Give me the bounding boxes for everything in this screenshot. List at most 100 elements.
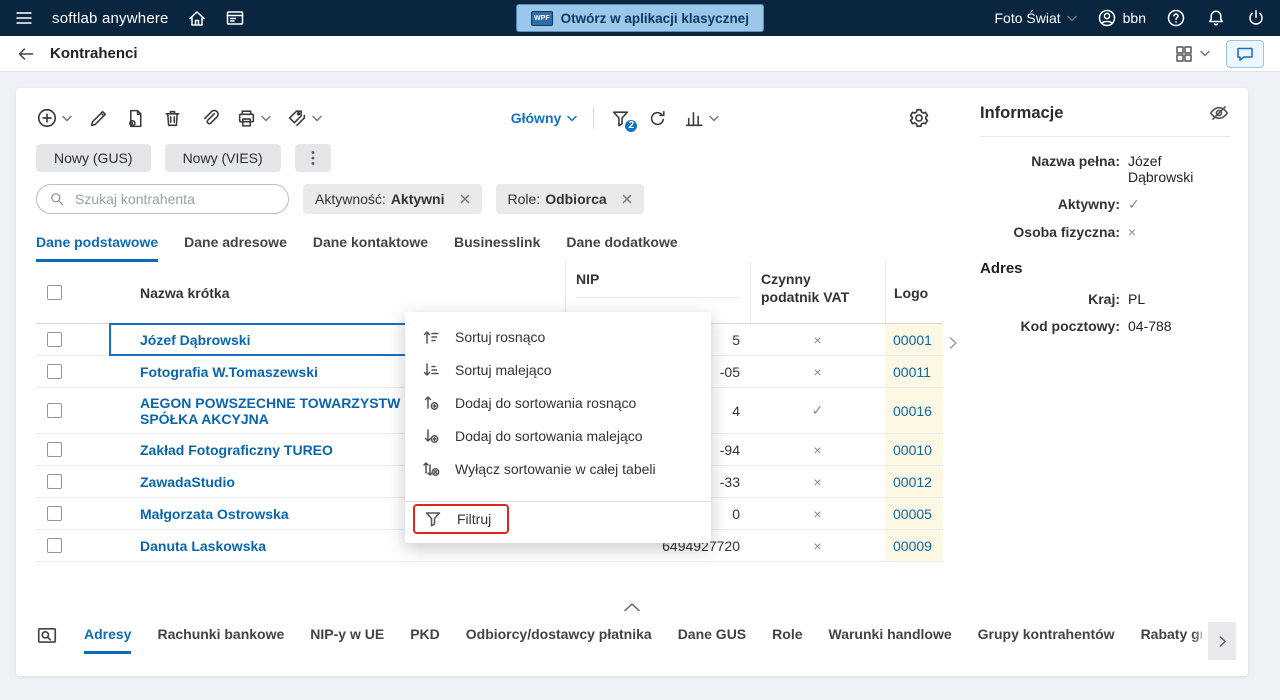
bottom-tab-odbiorcy-dostawcy[interactable]: Odbiorcy/dostawcy płatnika bbox=[466, 626, 652, 651]
divider bbox=[980, 136, 1230, 137]
tab-businesslink[interactable]: Businesslink bbox=[454, 234, 540, 262]
remove-chip-icon[interactable] bbox=[622, 194, 632, 204]
bottom-tab-rachunki-bankowe[interactable]: Rachunki bankowe bbox=[157, 626, 284, 651]
news-panel-icon[interactable] bbox=[225, 8, 245, 28]
chevron-down-icon bbox=[1066, 15, 1077, 21]
company-name: Foto Świat bbox=[994, 10, 1061, 26]
add-button[interactable] bbox=[36, 107, 72, 129]
header-divider bbox=[576, 297, 740, 298]
filter-count-badge: 2 bbox=[623, 117, 640, 134]
print-button[interactable] bbox=[236, 108, 271, 129]
menu-item-add-sort-ascending[interactable]: Dodaj do sortowania rosnąco bbox=[405, 386, 711, 419]
chip-label: Role: bbox=[507, 191, 541, 207]
menu-item-sort-descending[interactable]: Sortuj malejąco bbox=[405, 353, 711, 386]
sort-descending-icon bbox=[423, 362, 439, 376]
menu-item-disable-sorting[interactable]: Wyłącz sortowanie w całej tabeli bbox=[405, 452, 711, 485]
more-options-kebab-button[interactable] bbox=[294, 144, 331, 172]
collapse-chevron-up-icon[interactable] bbox=[623, 602, 641, 612]
hamburger-menu-icon[interactable] bbox=[14, 8, 34, 28]
filter-chip-activity[interactable]: Aktywność: Aktywni bbox=[303, 184, 482, 214]
bottom-tab-adresy[interactable]: Adresy bbox=[84, 626, 132, 654]
settings-gear-icon[interactable] bbox=[908, 107, 930, 129]
home-icon[interactable] bbox=[187, 8, 207, 28]
bar-chart-icon bbox=[686, 111, 703, 126]
filter-chip-role[interactable]: Role: Odbiorca bbox=[495, 184, 644, 214]
column-header-vat[interactable]: Czynny podatnik VAT bbox=[750, 262, 885, 323]
logo-cell: 00009 bbox=[885, 530, 943, 561]
analysis-chart-button[interactable] bbox=[684, 108, 720, 129]
bottom-tab-dane-gus[interactable]: Dane GUS bbox=[678, 626, 746, 651]
user-menu[interactable]: bbn bbox=[1097, 8, 1146, 28]
row-checkbox[interactable] bbox=[46, 332, 62, 347]
new-gus-button[interactable]: Nowy (GUS) bbox=[36, 144, 151, 172]
refresh-icon[interactable] bbox=[647, 108, 668, 129]
vat-status-cell: × bbox=[813, 331, 822, 348]
menu-item-filter[interactable]: Filtruj bbox=[405, 502, 711, 535]
info-panel: Informacje Nazwa pełna: Józef Dąbrowski … bbox=[962, 88, 1248, 598]
hide-panel-eye-off-icon[interactable] bbox=[1208, 102, 1230, 124]
bottom-tab-pkd[interactable]: PKD bbox=[410, 626, 440, 651]
add-sort-ascending-icon bbox=[424, 395, 439, 410]
tab-dane-dodatkowe[interactable]: Dane dodatkowe bbox=[566, 234, 677, 262]
page-header: Kontrahenci bbox=[0, 36, 1280, 72]
column-header-logo[interactable]: Logo bbox=[885, 262, 943, 323]
preview-search-icon[interactable] bbox=[36, 626, 58, 647]
layout-switcher[interactable] bbox=[1174, 44, 1210, 64]
labels-tags-button[interactable] bbox=[287, 108, 322, 129]
delete-trash-icon[interactable] bbox=[162, 108, 183, 129]
row-checkbox[interactable] bbox=[46, 474, 62, 489]
filter-funnel-icon bbox=[425, 511, 441, 527]
open-classic-app-button[interactable]: WPF Otwórz w aplikacji klasycznej bbox=[516, 4, 764, 32]
field-value: ✓ bbox=[1128, 196, 1140, 212]
annotation-highlight: Filtruj bbox=[413, 503, 510, 534]
logo-cell: 00016 bbox=[885, 388, 943, 433]
bottom-tab-warunki-handlowe[interactable]: Warunki handlowe bbox=[829, 626, 952, 651]
field-label: Osoba fizyczna: bbox=[1013, 224, 1120, 240]
tab-dane-adresowe[interactable]: Dane adresowe bbox=[184, 234, 287, 262]
bottom-tab-rabaty-grup[interactable]: Rabaty grup materiałowych bbox=[1141, 626, 1202, 651]
tabs-scroll-right-button[interactable] bbox=[1208, 622, 1236, 660]
search-input[interactable] bbox=[73, 190, 276, 208]
select-all-checkbox[interactable] bbox=[46, 285, 62, 300]
filters-button[interactable]: 2 bbox=[610, 108, 640, 134]
bottom-tab-grupy-kontrahentow[interactable]: Grupy kontrahentów bbox=[978, 626, 1115, 651]
row-checkbox[interactable] bbox=[46, 403, 62, 418]
app-name: softlab anywhere bbox=[52, 9, 169, 27]
chat-bubble-icon bbox=[1237, 47, 1253, 61]
search-box[interactable] bbox=[36, 184, 289, 214]
tab-dane-kontaktowe[interactable]: Dane kontaktowe bbox=[313, 234, 428, 262]
view-selector[interactable]: Główny bbox=[511, 110, 578, 126]
row-checkbox[interactable] bbox=[46, 538, 62, 553]
secondary-actions: Nowy (GUS) Nowy (VIES) bbox=[36, 144, 940, 172]
edit-pencil-icon[interactable] bbox=[88, 108, 109, 129]
help-icon[interactable] bbox=[1166, 8, 1186, 28]
new-vies-button[interactable]: Nowy (VIES) bbox=[164, 144, 281, 172]
back-arrow-icon[interactable] bbox=[16, 44, 36, 64]
row-checkbox[interactable] bbox=[46, 364, 62, 379]
menu-item-sort-ascending[interactable]: Sortuj rosnąco bbox=[405, 320, 711, 353]
tab-dane-podstawowe[interactable]: Dane podstawowe bbox=[36, 234, 159, 262]
toolbar: Główny 2 bbox=[36, 102, 940, 134]
chevron-right-icon bbox=[949, 337, 957, 349]
document-info-icon[interactable] bbox=[125, 108, 146, 129]
row-checkbox[interactable] bbox=[46, 442, 62, 457]
chevron-down-icon bbox=[709, 115, 720, 121]
chevron-down-icon bbox=[261, 115, 271, 121]
vat-status-cell: × bbox=[813, 363, 822, 380]
attachment-paperclip-icon[interactable] bbox=[199, 108, 220, 129]
panel-splitter[interactable] bbox=[944, 88, 962, 598]
bottom-tab-nipy-w-ue[interactable]: NIP-y w UE bbox=[310, 626, 384, 651]
feedback-chat-button[interactable] bbox=[1226, 39, 1264, 68]
field-label: Kod pocztowy: bbox=[1020, 318, 1120, 334]
notifications-bell-icon[interactable] bbox=[1206, 8, 1226, 28]
menu-item-add-sort-descending[interactable]: Dodaj do sortowania malejąco bbox=[405, 419, 711, 452]
field-value: × bbox=[1128, 224, 1137, 240]
power-logout-icon[interactable] bbox=[1246, 8, 1266, 28]
remove-chip-icon[interactable] bbox=[460, 194, 470, 204]
field-label: Kraj: bbox=[1088, 291, 1120, 307]
logo-cell: 00005 bbox=[885, 498, 943, 529]
add-sort-descending-icon bbox=[424, 428, 439, 443]
bottom-tab-role[interactable]: Role bbox=[772, 626, 802, 651]
row-checkbox[interactable] bbox=[46, 506, 62, 521]
company-selector[interactable]: Foto Świat bbox=[995, 10, 1077, 26]
